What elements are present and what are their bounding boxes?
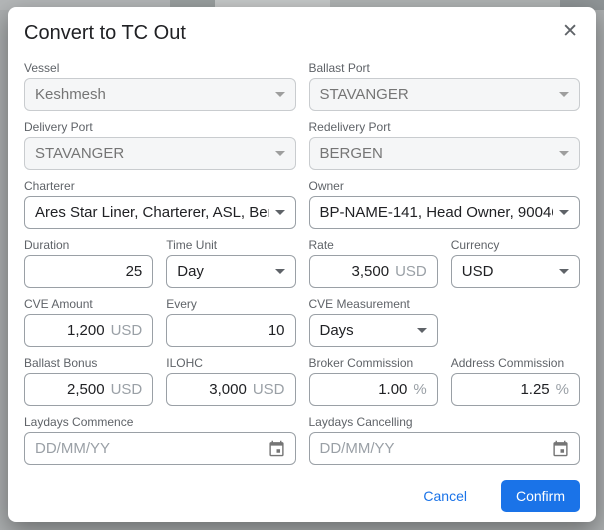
- chevron-down-icon: [275, 92, 285, 97]
- field-ilohc: ILOHC USD: [166, 356, 295, 406]
- chevron-down-icon: [275, 269, 285, 274]
- duration-input[interactable]: [35, 263, 142, 280]
- every-box: [166, 314, 295, 347]
- time-unit-label: Time Unit: [166, 238, 295, 252]
- delivery-port-label: Delivery Port: [24, 120, 296, 134]
- row-vessel-ballast: Vessel Keshmesh Ballast Port STAVANGER: [24, 61, 580, 111]
- redelivery-port-select: BERGEN: [309, 137, 581, 170]
- vessel-label: Vessel: [24, 61, 296, 75]
- field-ballast-port: Ballast Port STAVANGER: [309, 61, 581, 111]
- ilohc-box: USD: [166, 373, 295, 406]
- field-address-commission: Address Commission %: [451, 356, 580, 406]
- field-vessel: Vessel Keshmesh: [24, 61, 296, 111]
- laydays-cancelling-input[interactable]: [320, 440, 547, 457]
- field-laydays-cancelling: Laydays Cancelling: [309, 415, 581, 465]
- dialog-header: Convert to TC Out ✕: [24, 21, 580, 45]
- field-charterer: Charterer Ares Star Liner, Charterer, AS…: [24, 179, 296, 229]
- rate-label: Rate: [309, 238, 438, 252]
- every-input[interactable]: [177, 322, 284, 339]
- row-charterer-owner: Charterer Ares Star Liner, Charterer, AS…: [24, 179, 580, 229]
- broker-commission-input[interactable]: [320, 381, 408, 398]
- chevron-down-icon: [559, 269, 569, 274]
- field-duration: Duration: [24, 238, 153, 288]
- ballast-bonus-label: Ballast Bonus: [24, 356, 153, 370]
- broker-commission-label: Broker Commission: [309, 356, 438, 370]
- address-commission-label: Address Commission: [451, 356, 580, 370]
- rate-unit-suffix: USD: [395, 263, 427, 280]
- ilohc-label: ILOHC: [166, 356, 295, 370]
- owner-label: Owner: [309, 179, 581, 193]
- laydays-commence-box: [24, 432, 296, 465]
- field-broker-commission: Broker Commission %: [309, 356, 438, 406]
- dialog-title: Convert to TC Out: [24, 21, 186, 45]
- cancel-button[interactable]: Cancel: [415, 482, 475, 510]
- field-every: Every: [166, 297, 295, 347]
- field-laydays-commence: Laydays Commence: [24, 415, 296, 465]
- field-time-unit: Time Unit Day: [166, 238, 295, 288]
- laydays-commence-input[interactable]: [35, 440, 262, 457]
- row-bonus-commissions: Ballast Bonus USD ILOHC USD Broker Commi…: [24, 356, 580, 406]
- ballast-port-label: Ballast Port: [309, 61, 581, 75]
- duration-label: Duration: [24, 238, 153, 252]
- cve-amount-unit-suffix: USD: [111, 322, 143, 339]
- field-ballast-bonus: Ballast Bonus USD: [24, 356, 153, 406]
- ballast-port-select: STAVANGER: [309, 78, 581, 111]
- chevron-down-icon: [275, 151, 285, 156]
- chevron-down-icon: [559, 92, 569, 97]
- cve-measurement-select[interactable]: Days: [309, 314, 438, 347]
- time-unit-select[interactable]: Day: [166, 255, 295, 288]
- field-currency: Currency USD: [451, 238, 580, 288]
- laydays-commence-label: Laydays Commence: [24, 415, 296, 429]
- row-duration-rate: Duration Time Unit Day Rate USD Currency…: [24, 238, 580, 288]
- charterer-select[interactable]: Ares Star Liner, Charterer, ASL, Ber...: [24, 196, 296, 229]
- row-cve: CVE Amount USD Every CVE Measurement Day…: [24, 297, 580, 347]
- cve-amount-input[interactable]: [35, 322, 105, 339]
- chevron-down-icon: [559, 151, 569, 156]
- field-cve-measurement: CVE Measurement Days: [309, 297, 438, 347]
- field-owner: Owner BP-NAME-141, Head Owner, 90046...: [309, 179, 581, 229]
- chevron-down-icon: [417, 328, 427, 333]
- laydays-cancelling-box: [309, 432, 581, 465]
- owner-select[interactable]: BP-NAME-141, Head Owner, 90046...: [309, 196, 581, 229]
- spacer: [451, 297, 580, 347]
- dialog-footer: Cancel Confirm: [24, 474, 580, 514]
- rate-box: USD: [309, 255, 438, 288]
- duration-box: [24, 255, 153, 288]
- charterer-label: Charterer: [24, 179, 296, 193]
- chevron-down-icon: [275, 210, 285, 215]
- ballast-bonus-box: USD: [24, 373, 153, 406]
- laydays-cancelling-label: Laydays Cancelling: [309, 415, 581, 429]
- address-commission-input[interactable]: [462, 381, 550, 398]
- broker-commission-box: %: [309, 373, 438, 406]
- calendar-icon[interactable]: [552, 440, 569, 457]
- chevron-down-icon: [559, 210, 569, 215]
- cve-amount-box: USD: [24, 314, 153, 347]
- close-icon[interactable]: ✕: [560, 21, 580, 43]
- address-commission-unit-suffix: %: [556, 381, 569, 398]
- currency-select[interactable]: USD: [451, 255, 580, 288]
- field-delivery-port: Delivery Port STAVANGER: [24, 120, 296, 170]
- row-laydays: Laydays Commence Laydays Cancelling: [24, 415, 580, 465]
- ballast-bonus-input[interactable]: [35, 381, 105, 398]
- cve-amount-label: CVE Amount: [24, 297, 153, 311]
- field-redelivery-port: Redelivery Port BERGEN: [309, 120, 581, 170]
- field-cve-amount: CVE Amount USD: [24, 297, 153, 347]
- redelivery-port-label: Redelivery Port: [309, 120, 581, 134]
- delivery-port-select: STAVANGER: [24, 137, 296, 170]
- field-rate: Rate USD: [309, 238, 438, 288]
- convert-to-tc-out-dialog: Convert to TC Out ✕ Vessel Keshmesh Ball…: [8, 7, 596, 522]
- ilohc-unit-suffix: USD: [253, 381, 285, 398]
- address-commission-box: %: [451, 373, 580, 406]
- row-delivery-redelivery: Delivery Port STAVANGER Redelivery Port …: [24, 120, 580, 170]
- calendar-icon[interactable]: [268, 440, 285, 457]
- vessel-select: Keshmesh: [24, 78, 296, 111]
- every-label: Every: [166, 297, 295, 311]
- broker-commission-unit-suffix: %: [413, 381, 426, 398]
- cve-measurement-label: CVE Measurement: [309, 297, 438, 311]
- ballast-bonus-unit-suffix: USD: [111, 381, 143, 398]
- rate-input[interactable]: [320, 263, 390, 280]
- ilohc-input[interactable]: [177, 381, 247, 398]
- currency-label: Currency: [451, 238, 580, 252]
- confirm-button[interactable]: Confirm: [501, 480, 580, 512]
